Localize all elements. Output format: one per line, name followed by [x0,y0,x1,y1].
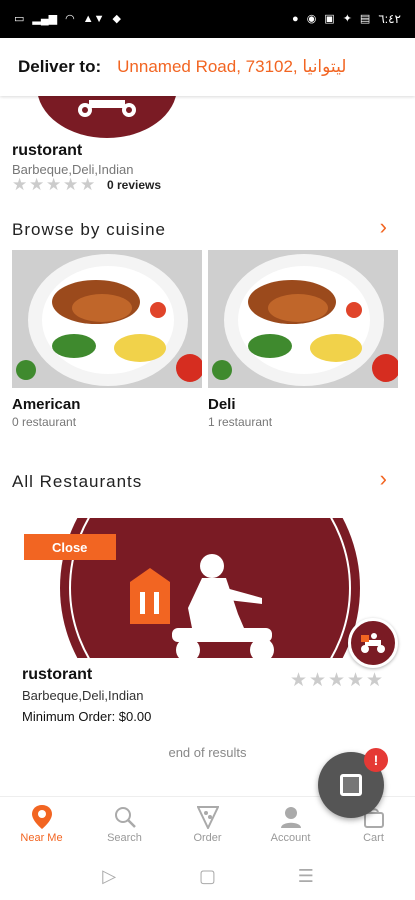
globe-icon: ◉ [306,12,317,25]
restaurant-banner: Close [12,518,404,658]
cuisine-name: American [12,396,81,413]
star-icon: ★ [347,670,365,691]
all-restaurants-title: All Restaurants [12,472,143,491]
scooter-logo-icon [361,633,385,653]
cuisine-card-deli[interactable]: Deli 1 restaurant [208,250,398,429]
cuisine-image [12,250,202,388]
nav-near-me[interactable]: Near Me [0,797,83,852]
all-restaurants-chevron-icon[interactable]: › [380,468,387,490]
scooter-logo-icon [78,100,136,117]
featured-restaurant-rating: ★ ★ ★ ★ ★ [12,175,96,194]
cuisine-count: 0 restaurant [12,415,77,429]
back-triangle-icon[interactable]: ▷ [95,862,123,890]
restaurant-name[interactable]: rustorant [22,666,92,684]
star-icon: ★ [290,670,308,691]
star-icon: ★ [80,175,96,194]
tool-icon: ✦ [342,12,352,25]
restaurant-cuisine: Barbeque,Deli,Indian [22,688,144,703]
cuisine-name: Deli [208,396,236,413]
dot-icon: ● [292,12,299,25]
featured-restaurant-name[interactable]: rustorant [12,142,82,160]
star-icon: ★ [366,670,384,691]
stop-square-icon [340,774,362,796]
nav-label: Account [270,832,311,844]
status-right: ● ◉ ▣ ✦ ▤ ٦:٤٢ [292,12,401,26]
star-icon: ★ [46,175,62,194]
nav-search[interactable]: Search [83,797,166,852]
browse-cuisine-chevron-icon[interactable]: › [380,216,387,238]
alert-badge: ! [364,748,388,772]
nav-label: Near Me [20,832,63,844]
nav-label: Search [107,832,142,844]
deliver-to-bar[interactable]: Deliver to: Unnamed Road, 73102, ليتواني… [0,38,415,96]
notification-icon: ◆ [112,12,121,25]
recents-menu-icon[interactable]: ☰ [292,862,320,890]
status-bar: ▭ ▂▄▆ ◠ ▲▼ ◆ ● ◉ ▣ ✦ ▤ ٦:٤٢ [0,0,415,38]
closed-status-badge: Close [24,534,116,560]
battery-icon: ▭ [14,12,25,25]
restaurant-min-order: Minimum Order: $0.00 [22,709,152,724]
main-content[interactable]: rustorant Barbeque,Deli,Indian ★ ★ ★ ★ ★… [0,96,415,796]
restaurant-mini-logo [348,618,398,668]
featured-restaurant-reviews: 0 reviews [107,178,162,192]
system-navigation: ▷ ▢ ☰ [0,852,415,900]
food-plate-image [208,250,398,388]
deliver-address[interactable]: Unnamed Road, 73102, ليتوانيا [117,57,346,77]
location-pin-icon [31,805,52,829]
star-icon: ★ [29,175,45,194]
food-plate-image [12,250,202,388]
nav-label: Cart [363,832,384,844]
star-icon: ★ [309,670,327,691]
restaurant-logo[interactable] [37,96,177,138]
star-icon: ★ [12,175,28,194]
floating-action-button[interactable]: ! [318,748,388,818]
wifi-icon: ◠ [65,12,75,25]
account-icon [280,805,302,829]
star-icon: ★ [328,670,346,691]
cuisine-card-american[interactable]: American 0 restaurant [12,250,202,429]
nav-label: Order [193,832,222,844]
star-icon: ★ [63,175,79,194]
home-square-icon[interactable]: ▢ [193,862,221,890]
pizza-icon [196,805,219,829]
restaurant-rating: ★ ★ ★ ★ ★ [290,670,384,691]
status-time: ٦:٤٢ [378,12,401,26]
status-left: ▭ ▂▄▆ ◠ ▲▼ ◆ [14,12,121,25]
app-icon: ▣ [324,12,335,25]
signal-icon: ▂▄▆ [32,12,58,25]
restaurant-card[interactable]: Close rustorant Barbeque,Deli,Indian Min… [12,518,404,724]
deliver-label: Deliver to: [18,57,102,76]
data-icon: ▲▼ [82,12,105,25]
cuisine-image [208,250,398,388]
nav-order[interactable]: Order [166,797,249,852]
browse-cuisine-title: Browse by cuisine [12,220,167,239]
car-icon: ▤ [359,12,371,25]
search-icon [114,805,136,829]
nav-account[interactable]: Account [249,797,332,852]
cuisine-count: 1 restaurant [208,415,273,429]
